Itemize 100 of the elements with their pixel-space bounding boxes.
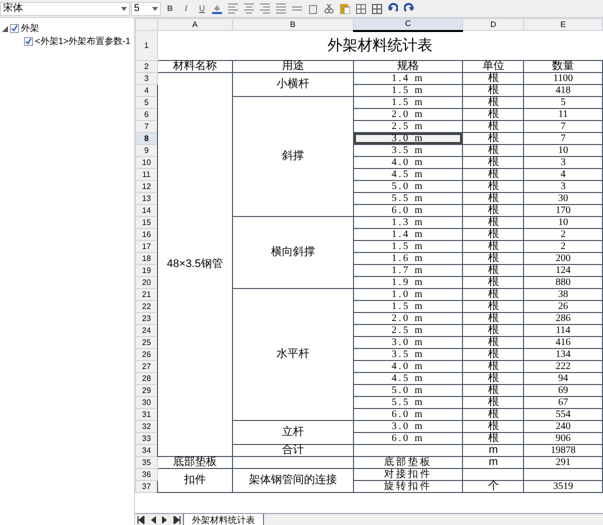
- unit-cell: 根: [462, 276, 524, 288]
- row-header[interactable]: 29: [136, 384, 158, 396]
- grid-icon[interactable]: [356, 3, 366, 14]
- column-header[interactable]: A: [157, 18, 232, 30]
- row-header[interactable]: 12: [136, 180, 158, 192]
- tree-item-label[interactable]: 外架: [21, 22, 39, 36]
- align-right-icon[interactable]: [260, 3, 270, 14]
- row-header[interactable]: 4: [136, 84, 158, 96]
- row-header[interactable]: 5: [136, 96, 158, 108]
- quantity-cell: 3: [524, 180, 602, 192]
- row-header[interactable]: 21: [136, 288, 158, 300]
- row-header[interactable]: 20: [136, 276, 158, 288]
- italic-button[interactable]: I: [179, 2, 193, 16]
- first-sheet-icon[interactable]: [137, 516, 145, 524]
- row-header[interactable]: 24: [136, 324, 158, 336]
- row-header[interactable]: 22: [136, 300, 158, 312]
- row-header[interactable]: 9: [136, 144, 158, 156]
- dropdown-caret-icon[interactable]: [121, 6, 127, 10]
- tree-item-label[interactable]: <外架1>外架布置参数-1: [35, 34, 131, 48]
- paste-icon[interactable]: [340, 3, 350, 14]
- font-name: 宋体: [3, 2, 23, 16]
- bold-button[interactable]: B: [163, 2, 177, 16]
- table-title: 外架材料统计表: [157, 30, 602, 60]
- column-heading: 数量: [524, 60, 602, 72]
- spec-cell: 3.0 m: [353, 132, 463, 144]
- row-header[interactable]: 31: [136, 408, 158, 420]
- grid-icon[interactable]: [372, 3, 382, 14]
- row-header[interactable]: 8: [136, 132, 158, 144]
- quantity-cell: 134: [524, 348, 602, 360]
- underline-button[interactable]: U: [195, 2, 209, 16]
- copy-icon[interactable]: [308, 3, 318, 14]
- quantity-cell: 3519: [524, 480, 602, 492]
- column-heading: 用途: [232, 60, 354, 72]
- row-header[interactable]: 1: [136, 30, 158, 60]
- row-header[interactable]: 30: [136, 396, 158, 408]
- font-size-dropdown[interactable]: 5: [131, 2, 161, 16]
- row-header[interactable]: 13: [136, 192, 158, 204]
- spec-cell: 5.0 m: [353, 180, 463, 192]
- row-header[interactable]: 26: [136, 348, 158, 360]
- row-header[interactable]: 36: [136, 468, 158, 480]
- row-header[interactable]: 11: [136, 168, 158, 180]
- unit-cell: m: [462, 456, 524, 468]
- quantity-cell: 286: [524, 312, 602, 324]
- quantity-cell: 880: [524, 276, 602, 288]
- quantity-cell: 5: [524, 96, 602, 108]
- redo-icon[interactable]: [404, 3, 414, 14]
- font-dropdown[interactable]: 宋体: [0, 2, 130, 16]
- spec-cell: 1.5 m: [353, 300, 463, 312]
- row-header[interactable]: 37: [136, 480, 158, 492]
- unit-cell: 根: [462, 228, 524, 240]
- row-header[interactable]: 15: [136, 216, 158, 228]
- spec-cell: 6.0 m: [353, 408, 463, 420]
- checkbox[interactable]: [24, 37, 33, 46]
- column-header[interactable]: D: [462, 18, 524, 30]
- justify-icon[interactable]: [276, 3, 286, 14]
- previous-sheet-icon[interactable]: [149, 516, 157, 524]
- cut-icon[interactable]: [324, 3, 334, 14]
- row-header[interactable]: 23: [136, 312, 158, 324]
- row-header[interactable]: 25: [136, 336, 158, 348]
- corner-cell[interactable]: [136, 18, 158, 30]
- column-header[interactable]: C: [353, 18, 463, 30]
- row-header[interactable]: 10: [136, 156, 158, 168]
- row-header[interactable]: 6: [136, 108, 158, 120]
- unit-cell: 根: [462, 288, 524, 300]
- row-header[interactable]: 33: [136, 432, 158, 444]
- column-header[interactable]: E: [524, 18, 602, 30]
- undo-icon[interactable]: [388, 3, 398, 14]
- align-left-icon[interactable]: [228, 3, 238, 14]
- quantity-cell: 11: [524, 108, 602, 120]
- dropdown-caret-icon[interactable]: [152, 6, 158, 10]
- row-header[interactable]: 27: [136, 360, 158, 372]
- last-sheet-icon[interactable]: [173, 516, 181, 524]
- sheet-tab[interactable]: 外架材料统计表: [183, 514, 264, 525]
- fill-color-icon[interactable]: [212, 3, 222, 14]
- usage-name: 立杆: [232, 420, 354, 444]
- next-sheet-icon[interactable]: [161, 516, 169, 524]
- column-header[interactable]: B: [232, 18, 354, 30]
- quantity-cell: 26: [524, 300, 602, 312]
- align-center-icon[interactable]: [244, 3, 254, 14]
- row-header[interactable]: 28: [136, 372, 158, 384]
- row-header[interactable]: 19: [136, 264, 158, 276]
- row-header[interactable]: 18: [136, 252, 158, 264]
- row-header[interactable]: 35: [136, 456, 158, 468]
- row-header[interactable]: 16: [136, 228, 158, 240]
- spec-cell: 1.6 m: [353, 252, 463, 264]
- unit-cell: 根: [462, 372, 524, 384]
- checkbox[interactable]: [10, 24, 19, 33]
- spec-cell: 1.4 m: [353, 72, 463, 84]
- unit-cell: 根: [462, 336, 524, 348]
- expanded-triangle-icon[interactable]: [2, 26, 8, 32]
- row-header[interactable]: 7: [136, 120, 158, 132]
- row-header[interactable]: 17: [136, 240, 158, 252]
- spec-cell: 4.5 m: [353, 168, 463, 180]
- spec-cell: 1.9 m: [353, 276, 463, 288]
- row-header[interactable]: 2: [136, 60, 158, 72]
- row-header[interactable]: 14: [136, 204, 158, 216]
- row-header[interactable]: 3: [136, 72, 158, 84]
- unit-cell: 根: [462, 84, 524, 96]
- row-header[interactable]: 34: [136, 444, 158, 456]
- row-header[interactable]: 32: [136, 420, 158, 432]
